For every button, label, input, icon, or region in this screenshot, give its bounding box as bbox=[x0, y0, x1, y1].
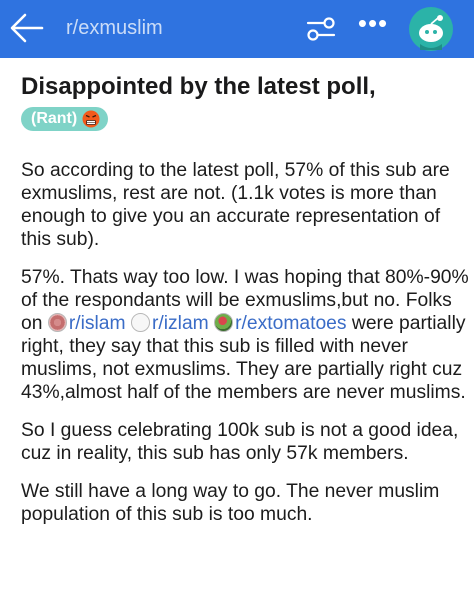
filter-button[interactable] bbox=[304, 14, 338, 44]
post-title[interactable]: Disappointed by the latest poll, bbox=[21, 72, 461, 102]
filter-icon bbox=[306, 17, 336, 41]
post-body: So according to the latest poll, 57% of … bbox=[21, 159, 469, 541]
subreddit-link-izlam[interactable]: r/izlam bbox=[130, 313, 209, 334]
post-flair[interactable]: (Rant) bbox=[21, 107, 109, 131]
avatar-button[interactable] bbox=[408, 6, 454, 52]
top-app-bar: r/exmuslim ••• bbox=[0, 0, 474, 58]
subreddit-title[interactable]: r/exmuslim bbox=[66, 17, 163, 40]
more-options-button[interactable]: ••• bbox=[356, 10, 390, 42]
subreddit-link-label: r/islam bbox=[68, 313, 126, 334]
back-button[interactable] bbox=[8, 11, 46, 45]
subreddit-link-islam[interactable]: r/islam bbox=[47, 313, 126, 334]
izlam-community-icon bbox=[130, 313, 150, 332]
post-paragraph: So according to the latest poll, 57% of … bbox=[21, 160, 450, 250]
more-icon: ••• bbox=[357, 8, 389, 38]
subreddit-link-label: r/izlam bbox=[151, 313, 209, 334]
snoo-avatar-icon bbox=[409, 7, 453, 51]
post-paragraph: So I guess celebrating 100k sub is not a… bbox=[21, 420, 459, 464]
subreddit-link-label: r/extomatoes bbox=[235, 313, 347, 334]
islam-community-icon bbox=[47, 313, 67, 332]
angry-face-icon bbox=[82, 110, 100, 128]
back-arrow-icon bbox=[10, 13, 44, 43]
post-paragraph: We still have a long way to go. The neve… bbox=[21, 481, 440, 525]
subreddit-link-extomatoes[interactable]: r/extomatoes bbox=[214, 313, 347, 334]
flair-label: (Rant) bbox=[31, 110, 78, 127]
extomatoes-community-icon bbox=[214, 313, 234, 332]
post-paragraph: 57%. Thats way too low. I was hoping tha… bbox=[21, 266, 469, 404]
